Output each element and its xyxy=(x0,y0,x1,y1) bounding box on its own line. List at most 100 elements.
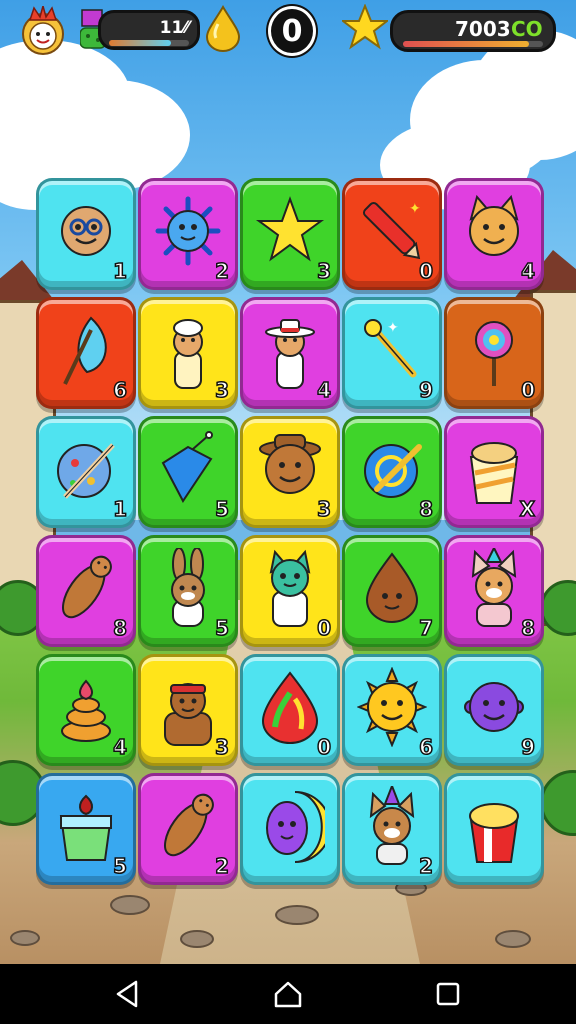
stone xyxy=(180,930,214,948)
coins-value: 7003 xyxy=(455,17,511,41)
bandana-man-icon xyxy=(164,683,212,746)
stone xyxy=(10,930,40,946)
golden-drop-icon[interactable] xyxy=(204,4,242,52)
tile-number: 5 xyxy=(214,496,229,522)
party-cat-icon xyxy=(369,786,415,865)
tile-number: 3 xyxy=(214,377,229,403)
board-tile[interactable]: 5 xyxy=(138,416,238,528)
board-tile[interactable]: 0 xyxy=(240,535,340,647)
svg-text:✦: ✦ xyxy=(409,201,421,217)
board-tile[interactable]: 8 xyxy=(342,416,442,528)
green-cat-icon xyxy=(269,549,311,627)
board-tile[interactable]: 0 xyxy=(240,654,340,766)
drink-cup-icon xyxy=(59,794,113,861)
tile-number: 3 xyxy=(316,496,331,522)
level-progress-bar-fill xyxy=(109,40,172,46)
tile-board: 1 2 3 ✦ 0 4 6 3 4 ✦ 9 0 1 5 3 8 X 8 5 0 7 8 4 3 0 6 9 5 2 2 xyxy=(36,178,548,886)
tile-number: 3 xyxy=(316,258,331,284)
lying-dog-icon xyxy=(164,793,214,857)
hat-figure-icon xyxy=(265,319,315,389)
tile-number: 2 xyxy=(214,853,229,879)
board-tile[interactable] xyxy=(240,773,340,885)
board-tile[interactable]: X xyxy=(444,416,544,528)
board-tile[interactable]: 7 xyxy=(342,535,442,647)
coins-bar-fill xyxy=(403,41,529,47)
center-counter: 0 xyxy=(268,6,316,56)
sun-blob-icon xyxy=(155,196,221,266)
board-tile[interactable]: 8 xyxy=(444,535,544,647)
globe-pen-icon xyxy=(364,444,422,498)
tile-number: 2 xyxy=(418,853,433,879)
ice-cream-cup-icon xyxy=(469,442,519,504)
board-tile[interactable]: 1 xyxy=(36,178,136,290)
board-tile[interactable]: 3 xyxy=(240,178,340,290)
android-nav-bar xyxy=(0,964,576,1024)
tile-number: 0 xyxy=(418,258,433,284)
board-tile[interactable]: 6 xyxy=(342,654,442,766)
board-tile[interactable]: 3 xyxy=(240,416,340,528)
cat-face-icon xyxy=(469,194,519,256)
board-tile[interactable]: ✦ 9 xyxy=(342,297,442,409)
recents-icon[interactable] xyxy=(432,978,464,1010)
brown-drop-face-icon xyxy=(365,552,419,623)
tile-number: 0 xyxy=(316,734,331,760)
stone xyxy=(495,930,531,948)
tile-number: 9 xyxy=(418,377,433,403)
tile-number: 8 xyxy=(418,496,433,522)
lollipop-icon xyxy=(475,321,513,386)
swirl-cake-icon xyxy=(61,679,111,742)
board-tile[interactable]: 0 xyxy=(444,297,544,409)
tile-number: 4 xyxy=(112,734,127,760)
board-tile[interactable]: 3 xyxy=(138,297,238,409)
tile-number: 6 xyxy=(418,734,433,760)
bald-face-icon xyxy=(61,206,111,256)
stone xyxy=(275,905,319,925)
star-icon xyxy=(255,196,325,262)
board-tile[interactable]: 5 xyxy=(138,535,238,647)
tile-number: 7 xyxy=(418,615,433,641)
board-tile[interactable]: 3 xyxy=(138,654,238,766)
tile-number: 1 xyxy=(112,258,127,284)
board-tile[interactable]: 2 xyxy=(138,178,238,290)
wand-icon: ✦ xyxy=(364,319,417,378)
board-tile[interactable]: ✦ 0 xyxy=(342,178,442,290)
sun-face-icon xyxy=(357,667,427,747)
mascot-avatar-icon[interactable] xyxy=(18,6,68,56)
tile-number: 3 xyxy=(214,734,229,760)
tile-number: 6 xyxy=(112,377,127,403)
level-progress-pill: 11⁄⁄ xyxy=(98,10,200,50)
tile-number: 2 xyxy=(214,258,229,284)
tile-number: 5 xyxy=(112,853,127,879)
board-tile[interactable]: 6 xyxy=(36,297,136,409)
tile-number: 8 xyxy=(520,615,535,641)
board-tile[interactable]: 1 xyxy=(36,416,136,528)
level-progress-text: 11⁄⁄ xyxy=(159,18,189,38)
board-tile[interactable]: 2 xyxy=(342,773,442,885)
board-tile[interactable]: 2 xyxy=(138,773,238,885)
board-tile[interactable]: 9 xyxy=(444,654,544,766)
paint-ball-icon xyxy=(57,443,115,499)
moon-egg-icon xyxy=(266,791,325,863)
tile-number: 0 xyxy=(520,377,535,403)
board-tile[interactable]: 5 xyxy=(36,773,136,885)
chef-figure-icon xyxy=(173,319,203,389)
popcorn-cup-icon xyxy=(469,803,519,863)
crayon-icon: ✦ xyxy=(362,201,421,260)
cowboy-face-icon xyxy=(259,434,321,494)
purple-ball-face-icon xyxy=(464,682,524,732)
tile-number: 1 xyxy=(112,496,127,522)
tile-number: 5 xyxy=(214,615,229,641)
board-tile[interactable]: 4 xyxy=(36,654,136,766)
blue-kite-icon xyxy=(161,431,213,503)
board-tile[interactable]: 8 xyxy=(36,535,136,647)
feather-icon xyxy=(63,316,107,385)
tile-number: 4 xyxy=(316,377,331,403)
back-icon[interactable] xyxy=(112,978,144,1010)
star-icon[interactable] xyxy=(342,4,388,50)
home-icon[interactable] xyxy=(272,978,304,1010)
stone xyxy=(110,895,150,915)
board-tile[interactable] xyxy=(444,773,544,885)
party-fox-icon xyxy=(471,548,517,627)
board-tile[interactable]: 4 xyxy=(240,297,340,409)
board-tile[interactable]: 4 xyxy=(444,178,544,290)
